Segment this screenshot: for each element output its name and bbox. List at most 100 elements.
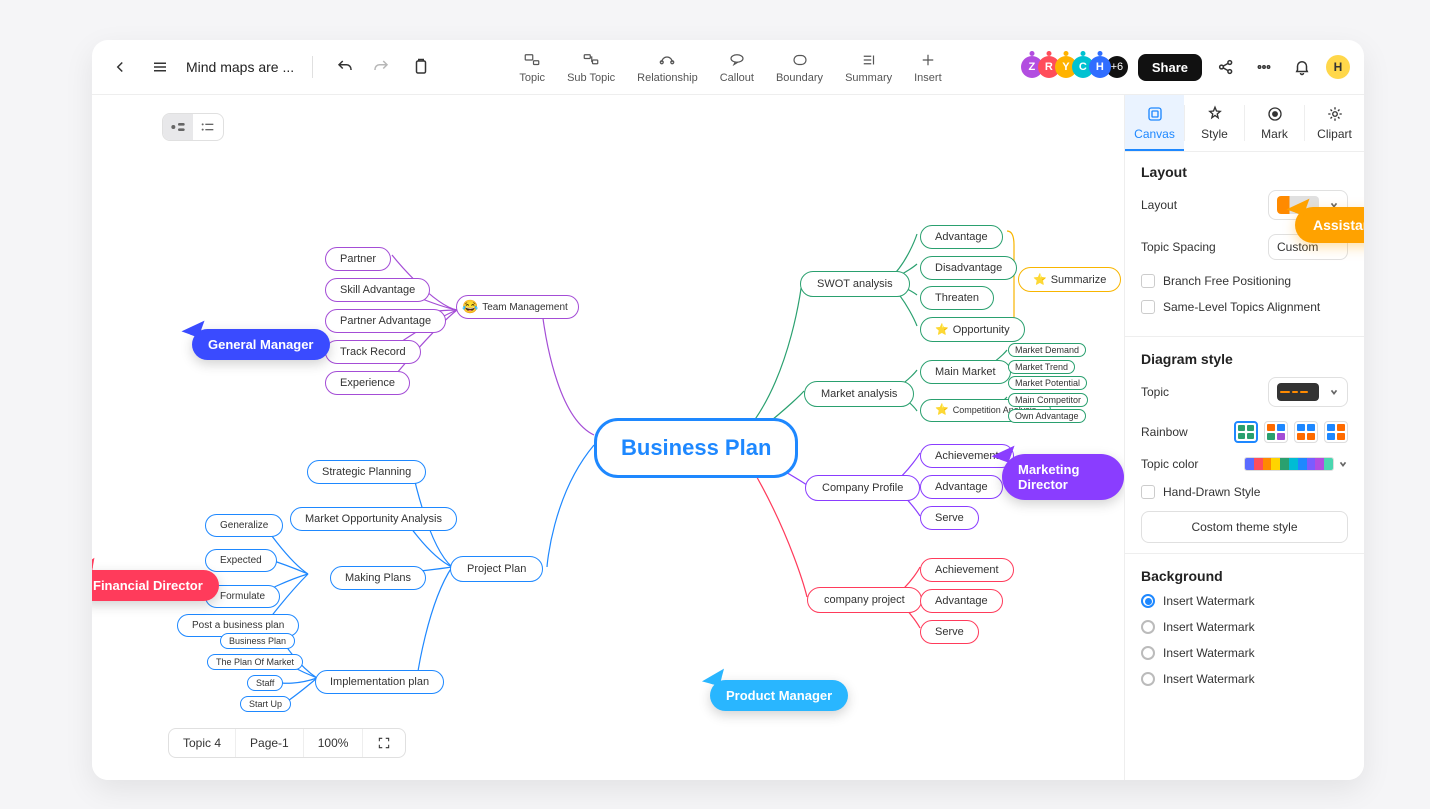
- section-heading: Layout: [1141, 164, 1348, 180]
- node-impl-sub[interactable]: The Plan Of Market: [207, 654, 303, 670]
- node-team-management[interactable]: 😂 Team Management: [456, 295, 579, 319]
- node-impl-sub[interactable]: Business Plan: [220, 633, 295, 649]
- radio-watermark[interactable]: [1141, 646, 1155, 660]
- tab-style[interactable]: Style: [1185, 95, 1244, 151]
- panel-tabs: Canvas Style Mark Clipart: [1125, 95, 1364, 152]
- node-swot-child[interactable]: Disadvantage: [920, 256, 1017, 280]
- document-title[interactable]: Mind maps are ...: [186, 59, 294, 75]
- clipboard-icon[interactable]: [407, 53, 435, 81]
- topic-color-picker[interactable]: [1244, 457, 1334, 471]
- rainbow-label: Rainbow: [1141, 425, 1188, 439]
- statusbar: Topic 4 Page-1 100%: [168, 728, 406, 758]
- node-swot-child[interactable]: Threaten: [920, 286, 994, 310]
- node-swot[interactable]: SWOT analysis: [800, 271, 910, 297]
- status-topic[interactable]: Topic 4: [169, 729, 236, 757]
- view-outline[interactable]: [193, 114, 223, 140]
- node-swot-child[interactable]: ⭐Opportunity: [920, 317, 1025, 342]
- node-team-child[interactable]: Experience: [325, 371, 410, 395]
- chk-label: Same-Level Topics Alignment: [1163, 300, 1320, 314]
- canvas[interactable]: Business Plan 😂 Team Management Partner …: [92, 95, 1124, 780]
- menu-icon[interactable]: [146, 53, 174, 81]
- node-team-child[interactable]: Partner: [325, 247, 391, 271]
- tool-summary[interactable]: Summary: [845, 51, 892, 84]
- radio-watermark[interactable]: [1141, 672, 1155, 686]
- node-market-sub[interactable]: Market Trend: [1008, 360, 1075, 374]
- rainbow-opt[interactable]: [1324, 421, 1348, 443]
- node-profile-child[interactable]: Serve: [920, 506, 979, 530]
- status-zoom[interactable]: 100%: [304, 729, 364, 757]
- node-project-plan[interactable]: Project Plan: [450, 556, 543, 582]
- status-page[interactable]: Page-1: [236, 729, 304, 757]
- tool-topic[interactable]: Topic: [519, 51, 545, 84]
- tool-summary-label: Summary: [845, 72, 892, 84]
- node-market[interactable]: Market analysis: [804, 381, 914, 407]
- topic-style-dropdown[interactable]: [1268, 377, 1348, 407]
- node-company-project[interactable]: company project: [807, 587, 922, 613]
- tab-clipart[interactable]: Clipart: [1305, 95, 1364, 151]
- node-project-child[interactable]: Serve: [920, 620, 979, 644]
- collaborator-avatars[interactable]: Z R Y C H +6: [1026, 56, 1128, 78]
- checkbox-free-positioning[interactable]: [1141, 274, 1155, 288]
- node-market-child[interactable]: Main Market: [920, 360, 1011, 384]
- section-heading: Diagram style: [1141, 351, 1348, 367]
- tool-subtopic-label: Sub Topic: [567, 72, 615, 84]
- current-user-avatar[interactable]: H: [1326, 55, 1350, 79]
- node-project-child[interactable]: Market Opportunity Analysis: [290, 507, 457, 531]
- node-swot-child[interactable]: Advantage: [920, 225, 1003, 249]
- node-company-profile[interactable]: Company Profile: [805, 475, 920, 501]
- main: Business Plan 😂 Team Management Partner …: [92, 95, 1364, 780]
- node-team-child[interactable]: Skill Advantage: [325, 278, 430, 302]
- share-button[interactable]: Share: [1138, 54, 1202, 81]
- fullscreen-icon[interactable]: [363, 729, 405, 757]
- node-swot-summary[interactable]: ⭐Summarize: [1018, 267, 1121, 292]
- radio-label: Insert Watermark: [1163, 594, 1255, 608]
- checkbox-same-level[interactable]: [1141, 300, 1155, 314]
- node-project-child[interactable]: Advantage: [920, 589, 1003, 613]
- undo-button[interactable]: [331, 53, 359, 81]
- share-link-icon[interactable]: [1212, 53, 1240, 81]
- tab-mark[interactable]: Mark: [1245, 95, 1304, 151]
- tool-subtopic[interactable]: Sub Topic: [567, 51, 615, 84]
- redo-button[interactable]: [367, 53, 395, 81]
- tool-insert[interactable]: Insert: [914, 51, 942, 84]
- checkbox-hand-drawn[interactable]: [1141, 485, 1155, 499]
- node-team-child[interactable]: Partner Advantage: [325, 309, 446, 333]
- node-project-child[interactable]: Achievement: [920, 558, 1014, 582]
- node-impl-sub[interactable]: Start Up: [240, 696, 291, 712]
- node-project-child[interactable]: Making Plans: [330, 566, 426, 590]
- node-market-sub[interactable]: Main Competitor: [1008, 393, 1088, 407]
- rainbow-opt[interactable]: [1234, 421, 1258, 443]
- rainbow-opt[interactable]: [1264, 421, 1288, 443]
- radio-watermark[interactable]: [1141, 594, 1155, 608]
- rainbow-opt[interactable]: [1294, 421, 1318, 443]
- tab-label: Clipart: [1317, 127, 1352, 141]
- tab-canvas[interactable]: Canvas: [1125, 95, 1184, 151]
- node-label: Opportunity: [953, 324, 1010, 336]
- topic-color-label: Topic color: [1141, 457, 1198, 471]
- custom-theme-button[interactable]: Costom theme style: [1141, 511, 1348, 543]
- node-market-sub[interactable]: Market Potential: [1008, 376, 1087, 390]
- node-project-child[interactable]: Implementation plan: [315, 670, 444, 694]
- chk-label: Branch Free Positioning: [1163, 274, 1291, 288]
- topic-label: Topic: [1141, 385, 1169, 399]
- mindmap-center[interactable]: Business Plan: [594, 418, 798, 478]
- tool-relationship[interactable]: Relationship: [637, 51, 698, 84]
- view-mindmap[interactable]: [163, 114, 193, 140]
- node-team-child[interactable]: Track Record: [325, 340, 421, 364]
- node-plan-sub[interactable]: Generalize: [205, 514, 283, 537]
- node-project-child[interactable]: Strategic Planning: [307, 460, 426, 484]
- node-market-sub[interactable]: Market Demand: [1008, 343, 1086, 357]
- more-icon[interactable]: [1250, 53, 1278, 81]
- radio-watermark[interactable]: [1141, 620, 1155, 634]
- tool-insert-label: Insert: [914, 72, 942, 84]
- tool-boundary[interactable]: Boundary: [776, 51, 823, 84]
- tool-callout[interactable]: Callout: [720, 51, 754, 84]
- node-profile-child[interactable]: Advantage: [920, 475, 1003, 499]
- bell-icon[interactable]: [1288, 53, 1316, 81]
- back-button[interactable]: [106, 53, 134, 81]
- avatar[interactable]: H: [1089, 56, 1111, 78]
- node-market-sub[interactable]: Own Advantage: [1008, 409, 1086, 423]
- node-impl-sub[interactable]: Staff: [247, 675, 283, 691]
- star-icon: ⭐: [1033, 273, 1047, 286]
- node-plan-sub[interactable]: Expected: [205, 549, 277, 572]
